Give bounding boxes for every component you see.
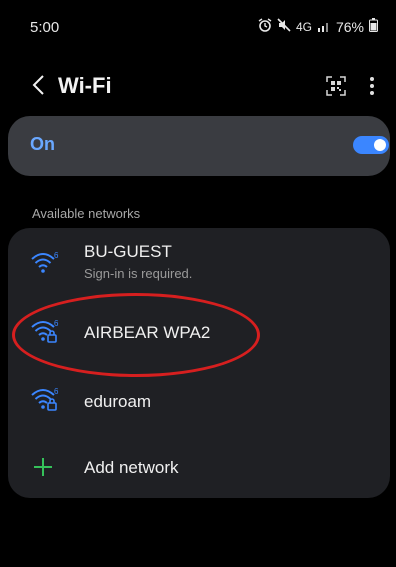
network-name: BU-GUEST: [84, 242, 172, 261]
more-vert-icon: [364, 77, 380, 103]
signal-icon: [317, 19, 331, 35]
wifi-master-toggle-row[interactable]: On: [8, 116, 390, 176]
network-name: eduroam: [84, 392, 152, 411]
plus-icon: [30, 454, 60, 480]
status-time: 5:00: [30, 19, 60, 36]
toggle-knob: [374, 139, 386, 151]
qr-scan-icon: [326, 76, 346, 100]
status-bar: 5:00 4G 76%: [0, 0, 396, 48]
chevron-left-icon: [31, 74, 45, 101]
wifi6-badge: 6: [54, 319, 59, 328]
wifi-icon: 6: [30, 250, 60, 276]
alarm-icon: [258, 18, 272, 35]
network-status: Sign-in is required.: [84, 266, 193, 281]
page-title: Wi-Fi: [58, 73, 112, 98]
qr-scan-button[interactable]: [326, 76, 346, 101]
wifi-settings-screen: 5:00 4G 76% Wi-Fi On Available networks …: [0, 0, 396, 567]
add-network-label: Add network: [84, 458, 179, 477]
wifi-lock-icon: 6: [30, 318, 60, 344]
wifi-lock-icon: 6: [30, 386, 60, 412]
wifi-toggle-switch[interactable]: [353, 136, 389, 154]
network-item-bu-guest[interactable]: 6 BU-GUEST Sign-in is required.: [8, 228, 390, 288]
available-networks-label: Available networks: [32, 206, 141, 221]
battery-percent: 76%: [335, 18, 364, 35]
status-icons: 4G 76%: [258, 18, 378, 35]
wifi6-badge: 6: [54, 387, 59, 396]
more-options-button[interactable]: [364, 73, 380, 99]
available-networks-list: 6 BU-GUEST Sign-in is required. 6 AIRBEA…: [8, 228, 390, 498]
mute-icon: [277, 18, 291, 35]
network-type: 4G: [295, 19, 312, 34]
wifi-state-label: On: [30, 134, 55, 154]
back-button[interactable]: [24, 70, 52, 104]
wifi6-badge: 6: [54, 251, 59, 260]
battery-icon: [369, 18, 378, 35]
add-network-item[interactable]: Add network: [8, 438, 390, 498]
network-name: AIRBEAR WPA2: [84, 323, 211, 342]
app-bar: Wi-Fi: [0, 64, 396, 112]
network-item-eduroam[interactable]: 6 eduroam: [8, 370, 390, 430]
network-item-airbear-wpa2[interactable]: 6 AIRBEAR WPA2: [8, 300, 390, 360]
